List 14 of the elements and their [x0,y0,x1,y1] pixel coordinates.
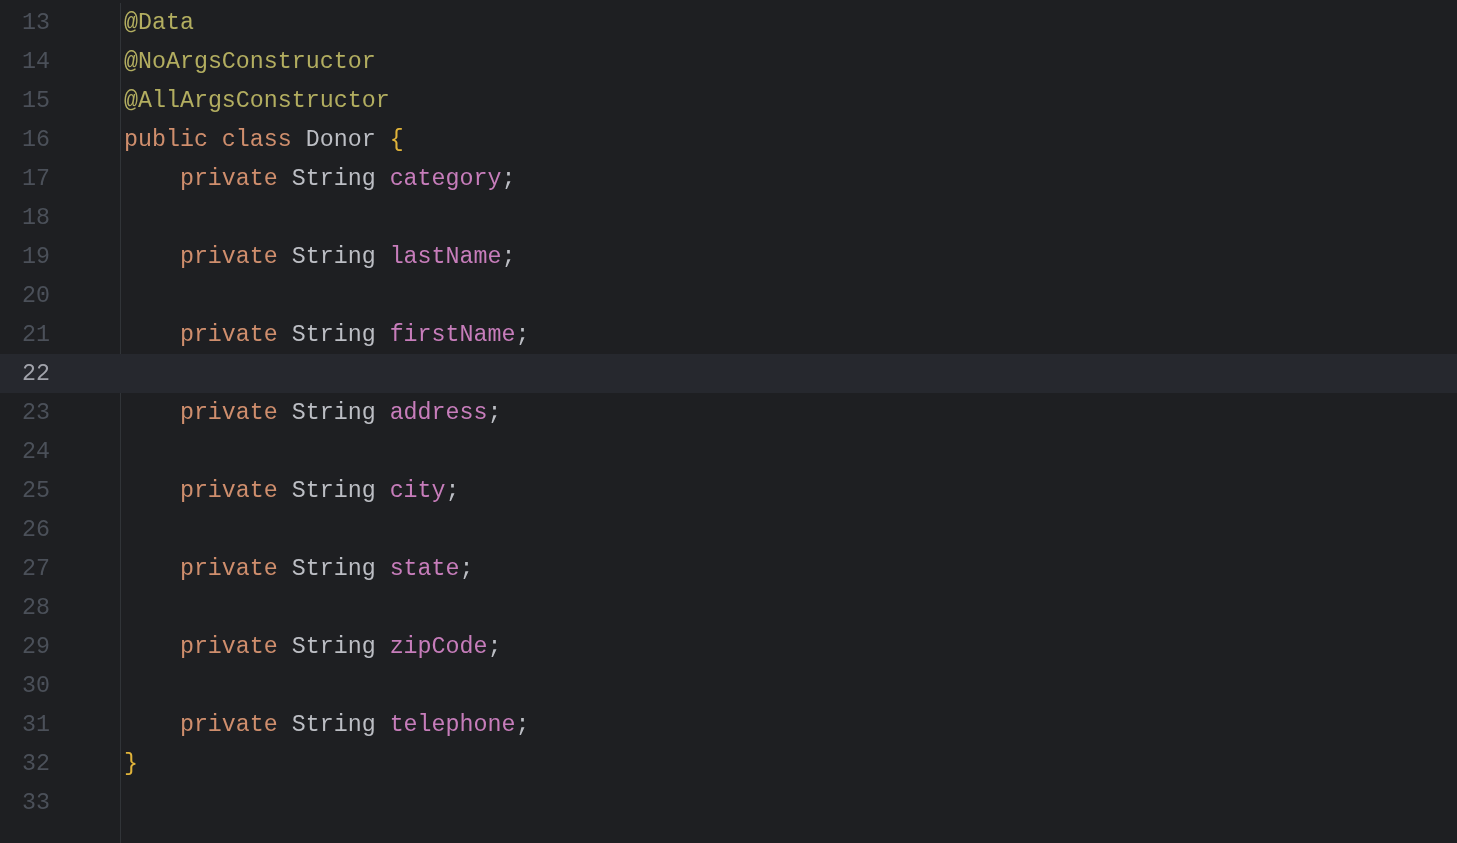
code-line: public class Donor { [124,126,404,153]
code-line: private String city; [179,477,460,504]
code-line: private String address; [179,399,502,426]
code-line: @AllArgsConstructor [124,87,390,114]
code-line: private String category; [179,165,516,192]
code-line: @NoArgsConstructor [124,48,376,75]
code-line: private String telephone; [179,711,530,738]
code-line: private String zipCode; [179,633,502,660]
code-line: @Data [124,9,194,36]
code-line: private String firstName; [179,321,530,348]
code-line: private String lastName; [179,243,516,270]
code-line: private String state; [179,555,474,582]
code-line: } [124,750,138,777]
line-number: 22 [21,360,50,387]
